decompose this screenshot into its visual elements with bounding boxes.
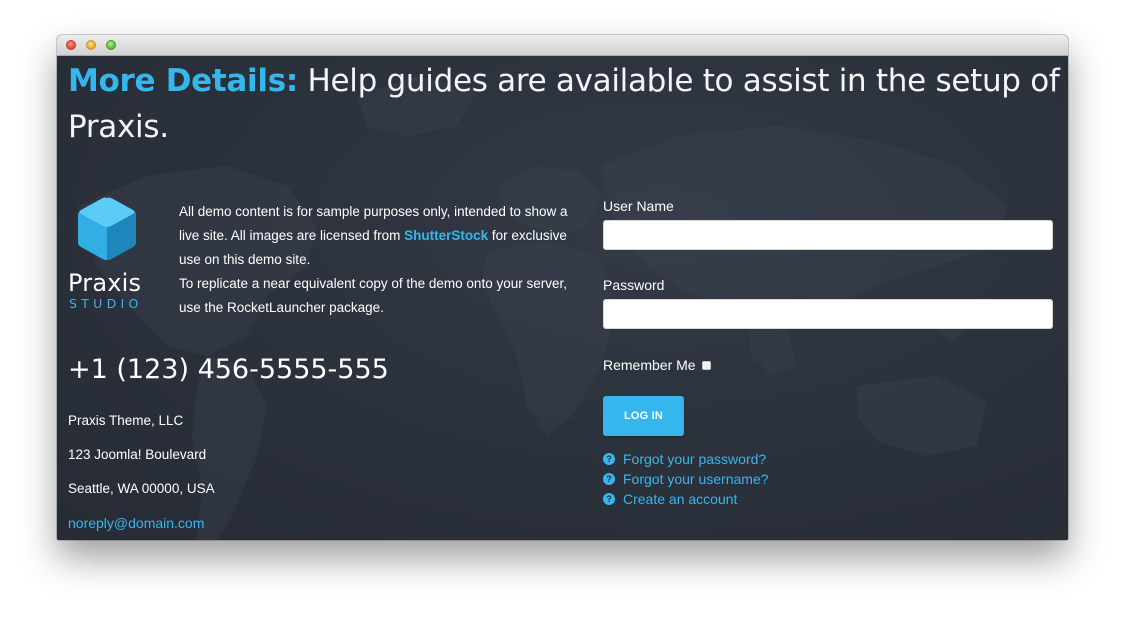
close-window-button[interactable]: [66, 40, 76, 50]
username-input[interactable]: [603, 220, 1053, 250]
password-input[interactable]: [603, 299, 1053, 329]
forgot-username-row: ? Forgot your username?: [603, 469, 769, 489]
password-label: Password: [603, 277, 665, 293]
headline-accent: More Details:: [68, 63, 298, 99]
logo-subtitle: STUDIO: [69, 296, 143, 311]
create-account-link[interactable]: Create an account: [623, 491, 737, 507]
minimize-window-button[interactable]: [86, 40, 96, 50]
question-circle-icon: ?: [603, 453, 615, 465]
forgot-password-row: ? Forgot your password?: [603, 449, 769, 469]
window-titlebar: [57, 35, 1068, 56]
remember-me-checkbox[interactable]: [701, 360, 711, 370]
shutterstock-link[interactable]: ShutterStock: [404, 228, 488, 243]
username-label: User Name: [603, 198, 674, 214]
page-content: More Details: Help guides are available …: [57, 56, 1068, 540]
create-account-row: ? Create an account: [603, 489, 769, 509]
cube-icon: [78, 197, 136, 260]
phone-number: +1 (123) 456-5555-555: [68, 354, 389, 385]
remember-me-label: Remember Me: [603, 357, 696, 373]
contact-address: Praxis Theme, LLC 123 Joomla! Boulevard …: [68, 409, 468, 540]
forgot-password-link[interactable]: Forgot your password?: [623, 451, 766, 467]
company-name: Praxis Theme, LLC: [68, 413, 184, 428]
praxis-studio-logo: Praxis STUDIO: [65, 196, 155, 316]
browser-window: More Details: Help guides are available …: [57, 35, 1068, 540]
zoom-window-button[interactable]: [106, 40, 116, 50]
login-help-links: ? Forgot your password? ? Forgot your us…: [603, 449, 769, 509]
login-button[interactable]: LOG IN: [603, 396, 684, 436]
city-address: Seattle, WA 00000, USA: [68, 481, 215, 496]
intro-paragraph-2: To replicate a near equivalent copy of t…: [179, 276, 567, 315]
question-circle-icon: ?: [603, 473, 615, 485]
street-address: 123 Joomla! Boulevard: [68, 447, 207, 462]
email-link[interactable]: noreply@domain.com: [68, 515, 204, 531]
logo-wordmark: Praxis: [68, 269, 142, 297]
remember-me-row: Remember Me: [603, 355, 711, 375]
intro-text: All demo content is for sample purposes …: [179, 200, 579, 320]
question-circle-icon: ?: [603, 493, 615, 505]
intro-paragraph: All demo content is for sample purposes …: [179, 200, 579, 272]
forgot-username-link[interactable]: Forgot your username?: [623, 471, 769, 487]
page-headline: More Details: Help guides are available …: [68, 58, 1063, 150]
